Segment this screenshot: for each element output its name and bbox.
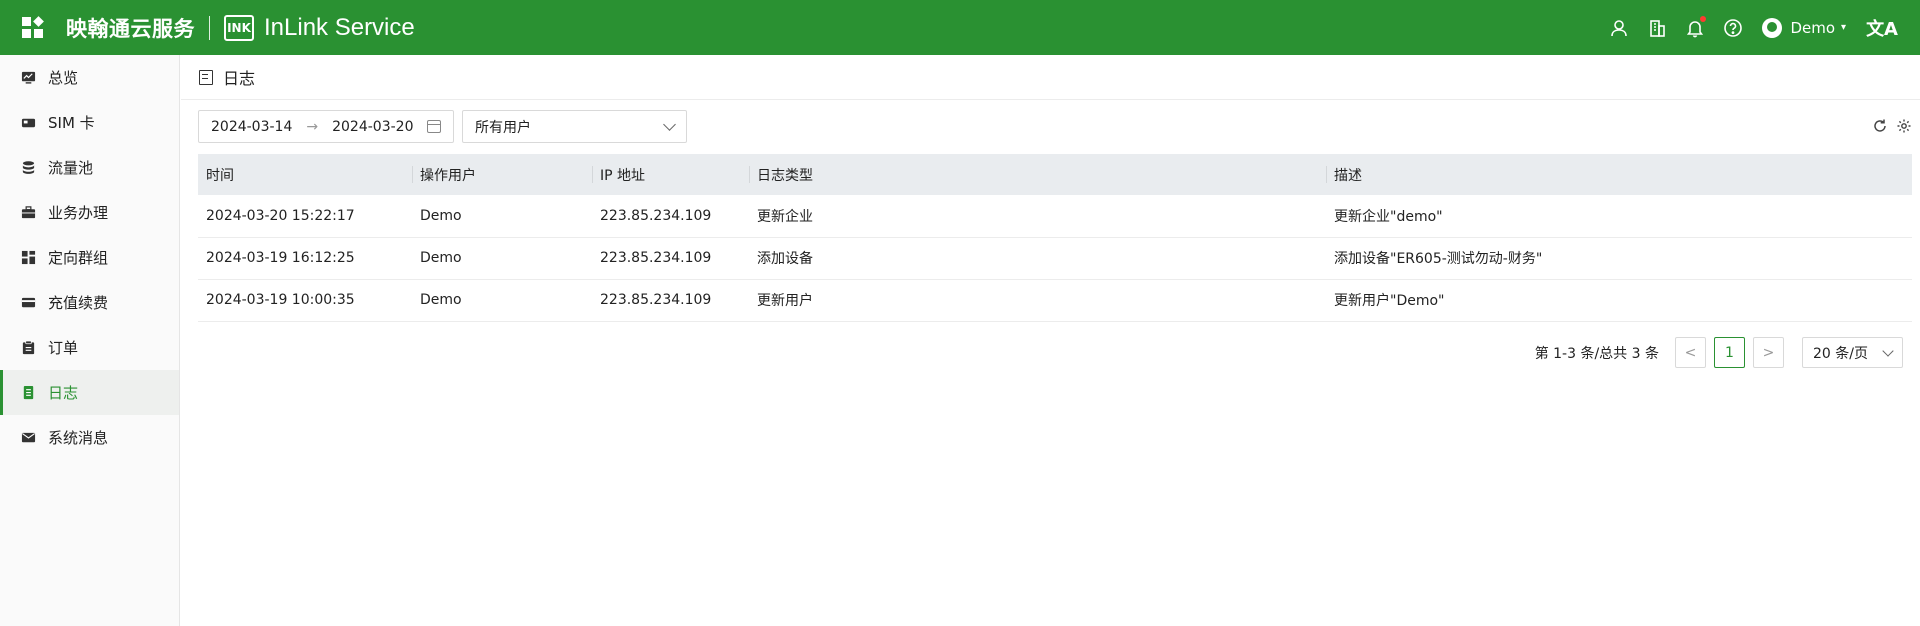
sidebar-item-business[interactable]: 业务办理 [0, 190, 179, 235]
user-select-value: 所有用户 [475, 119, 531, 136]
user-settings-icon[interactable] [1608, 17, 1630, 39]
database-icon [20, 160, 36, 176]
page-size-value: 20 条/页 [1813, 345, 1868, 362]
top-header: 映翰通云服务 INK InLink Service Demo ▾ 文A [0, 0, 1920, 55]
brand-name-en: InLink Service [264, 13, 415, 41]
page-title: 日志 [223, 69, 256, 88]
inlink-logo-icon: INK [224, 14, 254, 41]
pagination-total: 第 1-3 条/总共 3 条 [1534, 345, 1659, 362]
sidebar: 总览 SIM 卡 流量池 业务办理 定向群组 充值续费 订单 日志 系统消息 [0, 55, 180, 626]
cell-ip: 223.85.234.109 [592, 237, 749, 280]
start-date-input[interactable]: 2024-03-14 [211, 119, 292, 135]
sidebar-item-label: SIM 卡 [48, 114, 95, 132]
sidebar-item-group[interactable]: 定向群组 [0, 235, 179, 280]
cell-time: 2024-03-19 10:00:35 [198, 279, 412, 322]
building-icon[interactable] [1646, 17, 1668, 39]
log-icon [20, 385, 36, 401]
sidebar-item-recharge[interactable]: 充值续费 [0, 280, 179, 325]
bell-icon[interactable] [1684, 15, 1707, 39]
cell-description: 更新用户"Demo" [1326, 279, 1912, 322]
cell-log-type: 添加设备 [749, 237, 1326, 280]
date-range-picker[interactable]: 2024-03-14 → 2024-03-20 [198, 110, 454, 143]
table-row: 2024-03-19 16:12:25 Demo 223.85.234.109 … [198, 237, 1912, 280]
sidebar-item-orders[interactable]: 订单 [0, 325, 179, 370]
end-date-input[interactable]: 2024-03-20 [332, 119, 413, 135]
page-size-select[interactable]: 20 条/页 [1802, 337, 1903, 368]
user-select[interactable]: 所有用户 [462, 110, 687, 143]
cell-user: Demo [412, 195, 592, 238]
dashboard-icon [20, 70, 36, 86]
column-header-ip[interactable]: IP 地址 [592, 154, 749, 195]
sidebar-item-label: 总览 [48, 69, 79, 87]
cell-time: 2024-03-20 15:22:17 [198, 195, 412, 238]
cell-log-type: 更新用户 [749, 279, 1326, 322]
prev-page-button[interactable]: < [1675, 337, 1706, 368]
caret-down-icon: ▾ [1841, 22, 1847, 33]
cell-description: 添加设备"ER605-测试勿动-财务" [1326, 237, 1912, 280]
briefcase-icon [20, 205, 36, 221]
chevron-down-icon [1882, 344, 1894, 357]
avatar [1762, 17, 1783, 38]
header-actions: Demo ▾ 文A [1592, 15, 1898, 41]
cell-description: 更新企业"demo" [1326, 195, 1912, 238]
arrow-right-icon: → [306, 118, 319, 135]
filter-bar: 2024-03-14 → 2024-03-20 所有用户 [198, 110, 687, 143]
group-icon [20, 250, 36, 266]
cell-user: Demo [412, 279, 592, 322]
sidebar-item-sim-card[interactable]: SIM 卡 [0, 100, 179, 145]
sidebar-item-label: 系统消息 [48, 429, 109, 447]
settings-icon[interactable] [1896, 118, 1912, 134]
sidebar-item-logs[interactable]: 日志 [0, 370, 179, 415]
username: Demo [1790, 18, 1836, 37]
sidebar-item-label: 日志 [48, 384, 79, 402]
cell-ip: 223.85.234.109 [592, 279, 749, 322]
log-table: 时间 操作用户 IP 地址 日志类型 描述 2024-03-20 15:22:1… [198, 154, 1912, 322]
sidebar-item-overview[interactable]: 总览 [0, 55, 179, 100]
brand-name-cn: 映翰通云服务 [66, 16, 195, 41]
cell-user: Demo [412, 237, 592, 280]
clipboard-icon [20, 340, 36, 356]
table-row: 2024-03-20 15:22:17 Demo 223.85.234.109 … [198, 195, 1912, 238]
calendar-icon [427, 120, 441, 133]
cell-ip: 223.85.234.109 [592, 195, 749, 238]
main-content: 日志 2024-03-14 → 2024-03-20 所有用户 时间 操作用户 [181, 55, 1920, 626]
table-row: 2024-03-19 10:00:35 Demo 223.85.234.109 … [198, 279, 1912, 322]
column-header-log-type[interactable]: 日志类型 [749, 154, 1326, 195]
page-button-current[interactable]: 1 [1714, 337, 1745, 368]
next-page-button[interactable]: > [1753, 337, 1784, 368]
column-header-description[interactable]: 描述 [1326, 154, 1912, 195]
refresh-icon[interactable] [1872, 118, 1888, 134]
credit-card-icon [20, 295, 36, 311]
cell-time: 2024-03-19 16:12:25 [198, 237, 412, 280]
column-header-time[interactable]: 时间 [198, 154, 412, 195]
help-icon[interactable] [1722, 17, 1744, 39]
table-tools [1864, 118, 1912, 134]
brand-divider [209, 15, 210, 40]
chevron-down-icon [663, 118, 676, 131]
column-header-user[interactable]: 操作用户 [412, 154, 592, 195]
sidebar-item-label: 定向群组 [48, 249, 109, 267]
sidebar-item-label: 流量池 [48, 159, 94, 177]
sidebar-item-label: 业务办理 [48, 204, 109, 222]
page-header: 日志 [181, 55, 1920, 100]
sidebar-item-traffic-pool[interactable]: 流量池 [0, 145, 179, 190]
apps-grid-icon[interactable] [22, 15, 44, 39]
sidebar-item-messages[interactable]: 系统消息 [0, 415, 179, 460]
sim-card-icon [20, 115, 36, 131]
pagination: 第 1-3 条/总共 3 条 < 1 > 20 条/页 [1535, 337, 1903, 368]
translate-icon[interactable]: 文A [1866, 15, 1898, 41]
mail-icon [20, 430, 36, 446]
sidebar-item-label: 充值续费 [48, 294, 109, 312]
notification-dot [1700, 15, 1707, 22]
sidebar-item-label: 订单 [48, 339, 79, 357]
table-header-row: 时间 操作用户 IP 地址 日志类型 描述 [198, 154, 1912, 195]
document-icon [199, 69, 213, 85]
user-menu[interactable]: Demo ▾ [1762, 17, 1847, 38]
cell-log-type: 更新企业 [749, 195, 1326, 238]
